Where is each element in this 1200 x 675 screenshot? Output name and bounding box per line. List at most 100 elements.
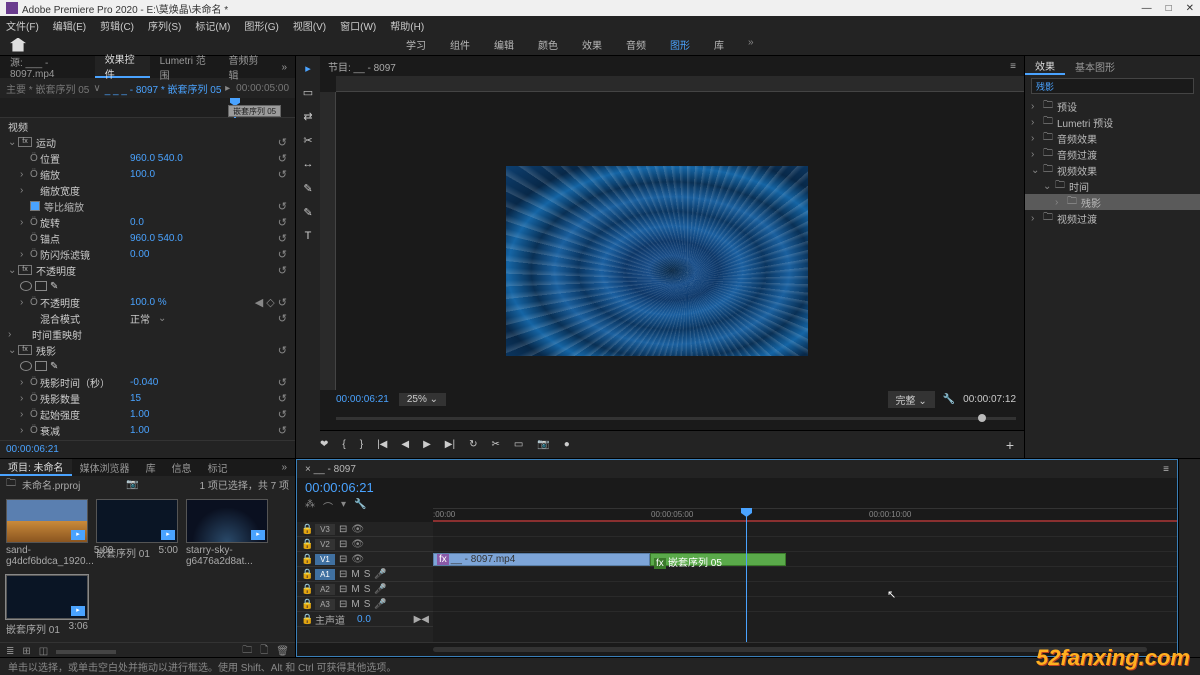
- prop-antiflicker[interactable]: 防闪烁滤镜: [40, 247, 130, 262]
- timeline-tab[interactable]: × __ - 8097: [305, 464, 356, 475]
- transport-button[interactable]: ↻: [469, 439, 477, 450]
- ec-mini-timeline[interactable]: 嵌套序列 05: [0, 98, 295, 118]
- effects-tab[interactable]: 基本图形: [1065, 59, 1125, 74]
- effects-tree-item[interactable]: ⌄🗀时间: [1025, 178, 1200, 194]
- effects-tree-item[interactable]: ›🗀残影: [1025, 194, 1200, 210]
- transport-button[interactable]: ❤: [320, 439, 328, 450]
- transport-button[interactable]: |◀: [377, 439, 387, 450]
- menu-item[interactable]: 视图(V): [293, 18, 326, 33]
- freeform-view-icon[interactable]: ◫: [39, 646, 48, 657]
- project-item[interactable]: ▸嵌套序列 013:06: [6, 575, 88, 636]
- track-header[interactable]: 🔒A3⊟MS🎤: [297, 597, 433, 612]
- program-scrubber[interactable]: [336, 414, 1016, 424]
- ec-footer-tc[interactable]: 00:00:06:21: [6, 444, 59, 455]
- transport-button[interactable]: ✂: [491, 439, 499, 450]
- project-item[interactable]: ▸starry-sky-g6476a2d8at...: [186, 499, 268, 567]
- workspace-tab[interactable]: 学习: [406, 37, 426, 52]
- track-header[interactable]: 🔒A1⊟MS🎤: [297, 567, 433, 582]
- effects-tree-item[interactable]: ›🗀Lumetri 预设: [1025, 114, 1200, 130]
- bin-icon[interactable]: 🗀: [6, 476, 16, 493]
- marker-icon[interactable]: ▾: [341, 499, 346, 514]
- effects-tree-item[interactable]: ›🗀视频过渡: [1025, 210, 1200, 226]
- transport-button[interactable]: ◀: [401, 439, 409, 450]
- ec-clip-bar[interactable]: 嵌套序列 05: [228, 105, 281, 117]
- workspace-tab[interactable]: 音频: [626, 37, 646, 52]
- menu-item[interactable]: 图形(G): [244, 18, 278, 33]
- trash-icon[interactable]: 🗑: [276, 646, 289, 657]
- panel-tab[interactable]: Lumetri 范围: [150, 56, 219, 78]
- menu-item[interactable]: 文件(F): [6, 18, 39, 33]
- track-header[interactable]: 🔒V3⊟👁: [297, 522, 433, 537]
- menu-item[interactable]: 标记(M): [195, 18, 230, 33]
- reset-icon[interactable]: ↺: [278, 136, 287, 149]
- prop-scale[interactable]: 缩放: [40, 167, 130, 182]
- clip-video-1[interactable]: fx__ - 8097.mp4: [433, 553, 650, 566]
- mask-rect-icon[interactable]: [35, 281, 47, 291]
- settings-icon[interactable]: 🔧: [354, 499, 366, 514]
- workspace-tab[interactable]: 颜色: [538, 37, 558, 52]
- fx-timeremap[interactable]: 时间重映射: [32, 327, 122, 342]
- thumb-size-slider[interactable]: [56, 650, 116, 654]
- icon-view-icon[interactable]: ⊞: [22, 646, 30, 657]
- tool-button[interactable]: ↔: [301, 158, 315, 172]
- program-tab[interactable]: 节目: __ - 8097: [328, 59, 396, 74]
- filter-icon[interactable]: 📷: [126, 479, 138, 490]
- prop-anchor[interactable]: 锚点: [40, 231, 130, 246]
- minimize-button[interactable]: —: [1142, 3, 1152, 14]
- tool-button[interactable]: ✎: [301, 182, 315, 196]
- workspace-tab[interactable]: 组件: [450, 37, 470, 52]
- track-header[interactable]: 🔒V1⊟👁: [297, 552, 433, 567]
- new-item-icon[interactable]: 🗋: [260, 643, 268, 660]
- transport-button[interactable]: ▶: [423, 439, 431, 450]
- transport-button[interactable]: }: [360, 439, 363, 450]
- tool-button[interactable]: T: [301, 230, 315, 244]
- tool-button[interactable]: ⇄: [301, 110, 315, 124]
- workspace-tab[interactable]: 效果: [582, 37, 602, 52]
- uniform-scale-checkbox[interactable]: [30, 201, 40, 211]
- wrench-icon[interactable]: 🔧: [943, 394, 955, 405]
- workspace-overflow[interactable]: »: [748, 37, 754, 52]
- new-bin-icon[interactable]: 🗀: [242, 643, 252, 660]
- program-preview[interactable]: 00:00:06:21 25% ⌄ 完整 ⌄ 🔧 00:00:07:12: [320, 76, 1024, 430]
- fx-opacity[interactable]: 不透明度: [36, 263, 126, 278]
- effects-tree-item[interactable]: ›🗀音频过渡: [1025, 146, 1200, 162]
- home-icon[interactable]: [10, 38, 26, 52]
- transport-button[interactable]: ▶|: [445, 439, 455, 450]
- workspace-tab[interactable]: 库: [714, 37, 724, 52]
- tool-button[interactable]: ▸: [301, 62, 315, 76]
- workspace-tab[interactable]: 编辑: [494, 37, 514, 52]
- panel-tab[interactable]: 源: ___ - 8097.mp4: [0, 56, 95, 78]
- prop-echo-num[interactable]: 残影数量: [40, 391, 130, 406]
- panel-tab[interactable]: 音频剪辑: [219, 56, 274, 78]
- track-area[interactable]: fx__ - 8097.mp4fx 嵌套序列 05 ↖: [433, 522, 1177, 642]
- menu-item[interactable]: 窗口(W): [340, 18, 376, 33]
- clip-nested[interactable]: fx 嵌套序列 05: [650, 553, 786, 566]
- menu-item[interactable]: 序列(S): [148, 18, 181, 33]
- project-tab[interactable]: 库: [138, 460, 164, 475]
- prop-opacity[interactable]: 不透明度: [40, 295, 130, 310]
- timeline-tc[interactable]: 00:00:06:21: [305, 480, 374, 495]
- fx-echo[interactable]: 残影: [36, 343, 126, 358]
- program-tc[interactable]: 00:00:06:21: [336, 394, 389, 405]
- project-item[interactable]: ▸sand-g4dcf6bdca_1920...5:00: [6, 499, 88, 567]
- tool-button[interactable]: ▭: [301, 86, 315, 100]
- menu-item[interactable]: 编辑(E): [53, 18, 86, 33]
- linked-sel-icon[interactable]: ⌒: [323, 499, 333, 514]
- list-view-icon[interactable]: ≣: [6, 646, 14, 657]
- effects-tab[interactable]: 效果: [1025, 58, 1065, 75]
- add-button[interactable]: +: [1006, 437, 1014, 453]
- snap-icon[interactable]: ⁂: [305, 499, 315, 514]
- effects-tree-item[interactable]: ⌄🗀视频效果: [1025, 162, 1200, 178]
- track-header[interactable]: 🔒V2⊟👁: [297, 537, 433, 552]
- tool-button[interactable]: ✎: [301, 206, 315, 220]
- resolution-select[interactable]: 完整 ⌄: [888, 391, 935, 408]
- track-header[interactable]: 🔒A2⊟MS🎤: [297, 582, 433, 597]
- mask-ellipse-icon[interactable]: [20, 281, 32, 291]
- transport-button[interactable]: ●: [564, 439, 570, 450]
- effects-tree-item[interactable]: ›🗀音频效果: [1025, 130, 1200, 146]
- fx-badge[interactable]: fx: [18, 137, 32, 147]
- project-tab[interactable]: 标记: [200, 460, 236, 475]
- prop-rotation[interactable]: 旋转: [40, 215, 130, 230]
- tool-button[interactable]: ✂: [301, 134, 315, 148]
- project-tab[interactable]: 项目: 未命名: [0, 459, 72, 476]
